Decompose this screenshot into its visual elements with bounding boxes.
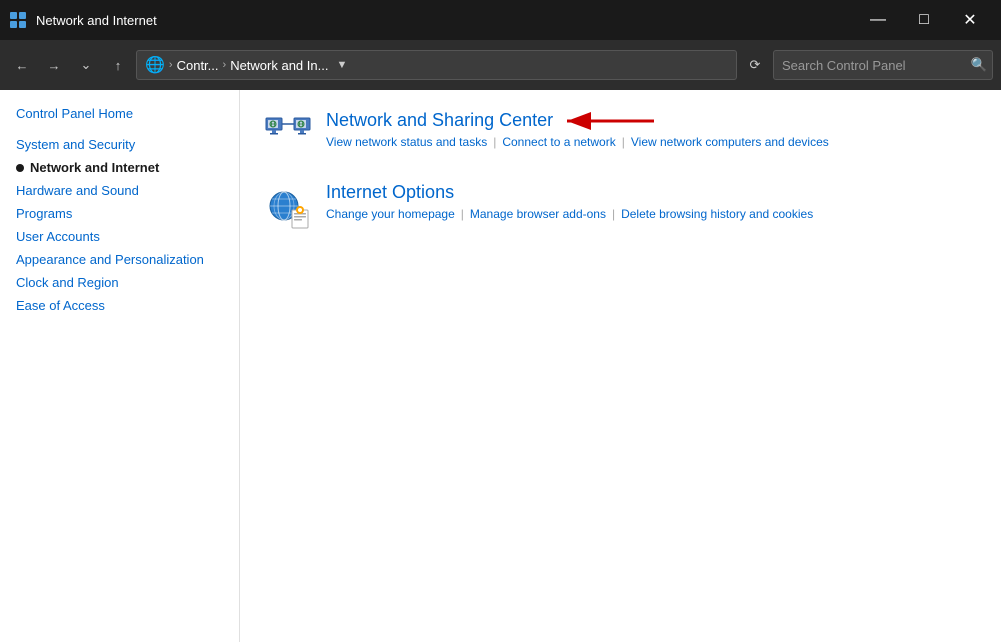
search-submit-button[interactable]: 🔍 [966,51,992,79]
path-dropdown-button[interactable]: ▼ [332,59,351,71]
content-area: Network and Sharing Center View network … [240,90,1001,642]
sep-1: | [493,135,496,149]
path-separator-1: › [169,59,173,71]
path-icon: 🌐 [145,55,165,75]
main-container: Control Panel Home System and Security N… [0,90,1001,642]
ease-of-access-link[interactable]: Ease of Access [16,298,105,313]
path-separator-2: › [223,59,227,71]
window-title: Network and Internet [36,13,855,28]
address-bar: ← → ⌄ ↑ 🌐 › Contr... › Network and In...… [0,40,1001,90]
delete-history-link[interactable]: Delete browsing history and cookies [621,207,813,221]
refresh-button[interactable]: ⟳ [741,51,769,79]
sidebar: Control Panel Home System and Security N… [0,90,240,642]
title-bar: Network and Internet — □ ✕ [0,0,1001,40]
appearance-personalization-link[interactable]: Appearance and Personalization [16,252,204,267]
minimize-button[interactable]: — [855,0,901,40]
internet-options-icon [264,182,312,230]
sidebar-item-appearance-personalization[interactable]: Appearance and Personalization [0,248,239,271]
programs-link[interactable]: Programs [16,206,72,221]
system-security-link[interactable]: System and Security [16,137,135,152]
network-internet-label: Network and Internet [30,160,159,175]
maximize-button[interactable]: □ [901,0,947,40]
network-sharing-title[interactable]: Network and Sharing Center [326,110,553,130]
network-sharing-section: Network and Sharing Center View network … [264,110,977,158]
up-button[interactable]: ↑ [104,51,132,79]
search-box: 🔍 [773,50,993,80]
sidebar-item-network-internet[interactable]: Network and Internet [0,156,239,179]
path-part-1: Contr... [177,58,219,73]
sidebar-item-user-accounts[interactable]: User Accounts [0,225,239,248]
back-button[interactable]: ← [8,51,36,79]
sidebar-item-programs[interactable]: Programs [0,202,239,225]
user-accounts-link[interactable]: User Accounts [16,229,100,244]
sidebar-item-control-panel-home[interactable]: Control Panel Home [0,102,239,125]
path-part-2: Network and In... [230,58,328,73]
red-arrow [559,107,659,135]
sidebar-item-system-security[interactable]: System and Security [0,133,239,156]
sidebar-item-hardware-sound[interactable]: Hardware and Sound [0,179,239,202]
close-button[interactable]: ✕ [947,0,993,40]
connect-network-link[interactable]: Connect to a network [502,135,615,149]
view-computers-link[interactable]: View network computers and devices [631,135,829,149]
address-path[interactable]: 🌐 › Contr... › Network and In... ▼ [136,50,737,80]
recent-button[interactable]: ⌄ [72,51,100,79]
change-homepage-link[interactable]: Change your homepage [326,207,455,221]
network-sharing-icon [264,110,312,158]
manage-addons-link[interactable]: Manage browser add-ons [470,207,606,221]
sep-4: | [612,207,615,221]
sidebar-item-ease-of-access[interactable]: Ease of Access [0,294,239,317]
clock-region-link[interactable]: Clock and Region [16,275,119,290]
internet-options-info: Internet Options Change your homepage | … [326,182,977,221]
sidebar-item-clock-region[interactable]: Clock and Region [0,271,239,294]
sep-2: | [622,135,625,149]
sep-3: | [461,207,464,221]
network-sharing-links: View network status and tasks | Connect … [326,135,977,149]
active-bullet [16,164,24,172]
view-status-link[interactable]: View network status and tasks [326,135,487,149]
window-controls: — □ ✕ [855,0,993,40]
forward-button[interactable]: → [40,51,68,79]
network-sharing-info: Network and Sharing Center View network … [326,110,977,149]
window-icon [8,10,28,30]
internet-options-links: Change your homepage | Manage browser ad… [326,207,977,221]
hardware-sound-link[interactable]: Hardware and Sound [16,183,139,198]
internet-options-title[interactable]: Internet Options [326,182,454,202]
search-input[interactable] [774,58,966,73]
internet-options-section: Internet Options Change your homepage | … [264,182,977,230]
control-panel-home-link[interactable]: Control Panel Home [16,106,133,121]
